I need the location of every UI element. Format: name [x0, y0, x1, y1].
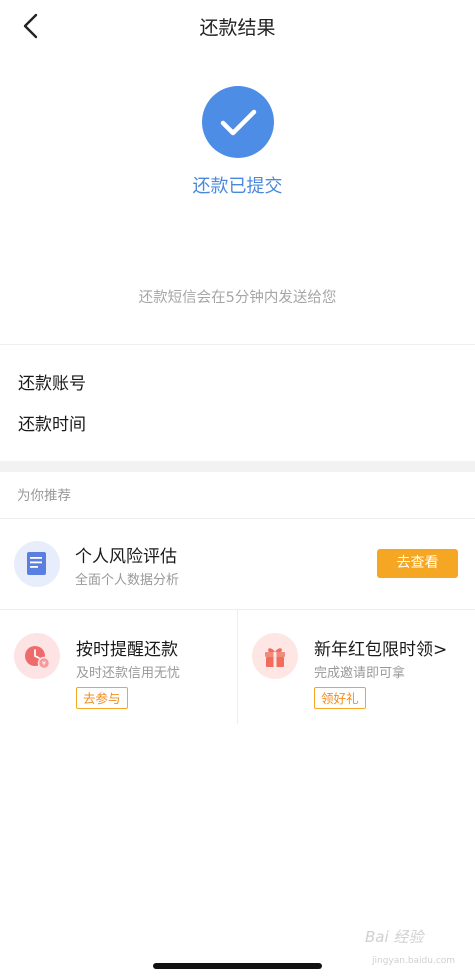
- repayment-time-label: 还款时间: [18, 415, 86, 435]
- get-gift-button[interactable]: 领好礼: [314, 687, 366, 709]
- divider: [0, 344, 475, 345]
- success-check-icon: [202, 86, 274, 158]
- reminder-card-title[interactable]: 按时提醒还款: [76, 635, 178, 660]
- card-divider: [237, 610, 238, 724]
- sms-note: 还款短信会在5分钟内发送给您: [138, 290, 337, 306]
- gift-icon[interactable]: [252, 633, 298, 679]
- document-icon: [14, 541, 60, 587]
- view-button[interactable]: 去查看: [377, 549, 458, 578]
- join-button[interactable]: 去参与: [76, 687, 128, 709]
- nav-bar: 还款结果: [0, 0, 475, 52]
- redpacket-card-title[interactable]: 新年红包限时领>: [314, 635, 447, 660]
- recommend-header: 为你推荐: [17, 488, 71, 504]
- watermark: Bai 经验: [365, 928, 424, 946]
- risk-card-title: 个人风险评估: [75, 547, 177, 567]
- home-indicator[interactable]: [153, 963, 322, 969]
- status-message: 还款已提交: [192, 176, 283, 197]
- page-title: 还款结果: [199, 17, 276, 39]
- watermark-url: jingyan.baidu.com: [372, 956, 456, 966]
- redpacket-card-subtitle: 完成邀请即可拿: [314, 666, 406, 681]
- reminder-card-subtitle: 及时还款信用无忧: [76, 666, 181, 681]
- alarm-clock-icon[interactable]: ¥: [14, 633, 60, 679]
- risk-card-subtitle: 全面个人数据分析: [75, 573, 180, 588]
- section-separator: [0, 461, 475, 472]
- svg-text:¥: ¥: [42, 660, 46, 668]
- repayment-account-label: 还款账号: [18, 374, 86, 394]
